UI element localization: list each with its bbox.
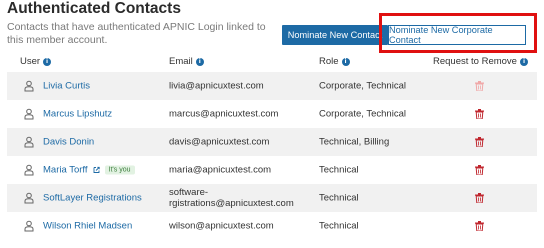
column-header-email: Email i: [169, 56, 204, 67]
edit-link-icon[interactable]: [93, 166, 100, 174]
column-label-user: User: [20, 56, 41, 67]
table-row: Livia Curtis livia@apnicuxtest.com Corpo…: [7, 72, 537, 100]
table-header: User i Email i Role i Request to Remove …: [7, 52, 537, 68]
user-icon: [24, 136, 34, 148]
info-icon[interactable]: i: [519, 57, 528, 66]
role-value: Technical: [319, 220, 359, 232]
column-label-role: Role: [319, 56, 339, 67]
info-icon[interactable]: i: [195, 57, 204, 66]
user-icon: [24, 220, 34, 232]
user-name-link[interactable]: Maria Torff It's you: [43, 165, 135, 176]
role-value: Technical: [319, 192, 359, 204]
user-name-link[interactable]: Davis Donin: [43, 137, 94, 148]
nominate-new-contact-button[interactable]: Nominate New Contact: [282, 25, 388, 45]
info-icon[interactable]: i: [341, 57, 350, 66]
trash-icon[interactable]: [475, 165, 484, 175]
page-subtitle: Contacts that have authenticated APNIC L…: [7, 21, 266, 46]
page-title: Authenticated Contacts: [7, 0, 181, 17]
trash-icon[interactable]: [475, 221, 484, 231]
column-label-email: Email: [169, 56, 193, 67]
role-value: Technical, Billing: [319, 136, 390, 148]
user-icon: [24, 164, 34, 176]
highlight-box: [379, 13, 537, 53]
role-value: Technical: [319, 164, 359, 176]
trash-icon[interactable]: [475, 137, 484, 147]
table-row: SoftLayer Registrations software- rgistr…: [7, 184, 537, 212]
user-icon: [24, 192, 34, 204]
email-value: davis@apnicuxtest.com: [169, 136, 270, 148]
email-line: software-: [169, 187, 209, 198]
trash-icon[interactable]: [475, 193, 484, 203]
email-value: wilson@apnicuxtest.com: [169, 220, 274, 232]
table-row: Marcus Lipshutz marcus@apnicuxtest.com C…: [7, 100, 537, 128]
user-name-link[interactable]: Wilson Rhiel Madsen: [43, 221, 132, 232]
user-icon: [24, 108, 34, 120]
trash-icon[interactable]: [475, 109, 484, 119]
column-header-user: User i: [20, 56, 52, 67]
table-row: Davis Donin davis@apnicuxtest.com Techni…: [7, 128, 537, 156]
email-value: livia@apnicuxtest.com: [169, 80, 264, 92]
trash-icon-disabled: [475, 81, 484, 91]
email-line: rgistrations@apnicuxtest.com: [169, 198, 294, 209]
table-row: Wilson Rhiel Madsen wilson@apnicuxtest.c…: [7, 212, 537, 240]
info-icon[interactable]: i: [43, 57, 52, 66]
user-icon: [24, 80, 34, 92]
email-value: marcus@apnicuxtest.com: [169, 108, 279, 120]
email-value: software- rgistrations@apnicuxtest.com: [169, 187, 294, 209]
email-value: maria@apnicuxtest.com: [169, 164, 272, 176]
its-you-badge: It's you: [104, 165, 135, 175]
user-name-link[interactable]: SoftLayer Registrations: [43, 193, 142, 204]
column-header-remove: Request to Remove i: [433, 56, 528, 67]
role-value: Corporate, Technical: [319, 80, 406, 92]
role-value: Corporate, Technical: [319, 108, 406, 120]
column-label-remove: Request to Remove: [433, 56, 517, 67]
user-name-link[interactable]: Marcus Lipshutz: [43, 109, 112, 120]
column-header-role: Role i: [319, 56, 350, 67]
user-name-link[interactable]: Livia Curtis: [43, 81, 90, 92]
contacts-table: User i Email i Role i Request to Remove …: [7, 52, 537, 240]
table-row: Maria Torff It's you maria@apnicuxtest.c…: [7, 156, 537, 184]
